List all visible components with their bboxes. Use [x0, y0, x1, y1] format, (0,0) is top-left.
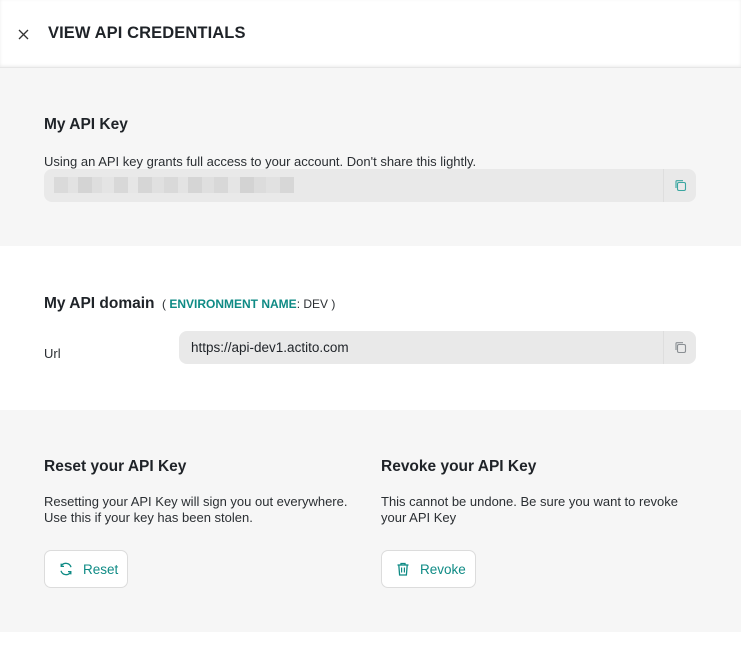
api-key-title: My API Key — [44, 116, 128, 133]
reset-title: Reset your API Key — [44, 458, 187, 475]
revoke-title: Revoke your API Key — [381, 458, 537, 475]
api-domain-title: My API domain — [44, 295, 155, 312]
environment-value: DEV — [303, 297, 329, 311]
api-key-section: My API Key Using an API key grants full … — [0, 68, 741, 246]
trash-icon — [395, 561, 412, 578]
url-label: Url — [44, 346, 61, 361]
close-icon — [18, 29, 28, 39]
revoke-description: This cannot be undone. Be sure you want … — [381, 494, 679, 525]
api-key-field[interactable] — [44, 169, 696, 202]
api-key-masked-value — [54, 177, 294, 193]
api-key-description: Using an API key grants full access to y… — [44, 154, 477, 169]
environment-note: ( ENVIRONMENT NAME: DEV ) — [162, 297, 336, 311]
close-button[interactable] — [13, 25, 33, 43]
reset-button[interactable]: Reset — [44, 550, 128, 588]
api-domain-section: My API domain ( ENVIRONMENT NAME: DEV ) … — [0, 246, 741, 410]
environment-label: ENVIRONMENT NAME — [169, 297, 297, 311]
revoke-button-label: Revoke — [420, 561, 466, 577]
revoke-button[interactable]: Revoke — [381, 550, 476, 588]
copy-icon — [674, 342, 686, 354]
url-value: https://api-dev1.actito.com — [191, 340, 349, 355]
copy-icon — [674, 180, 686, 192]
reset-description: Resetting your API Key will sign you out… — [44, 494, 348, 525]
api-key-copy-button[interactable] — [663, 169, 696, 202]
page-title: VIEW API CREDENTIALS — [48, 24, 246, 42]
refresh-icon — [58, 561, 75, 578]
api-key-actions-section: Reset your API Key Resetting your API Ke… — [0, 410, 741, 632]
url-field[interactable]: https://api-dev1.actito.com — [179, 331, 696, 364]
reset-button-label: Reset — [83, 561, 119, 577]
dialog-header: VIEW API CREDENTIALS — [0, 0, 741, 68]
url-copy-button[interactable] — [663, 331, 696, 364]
